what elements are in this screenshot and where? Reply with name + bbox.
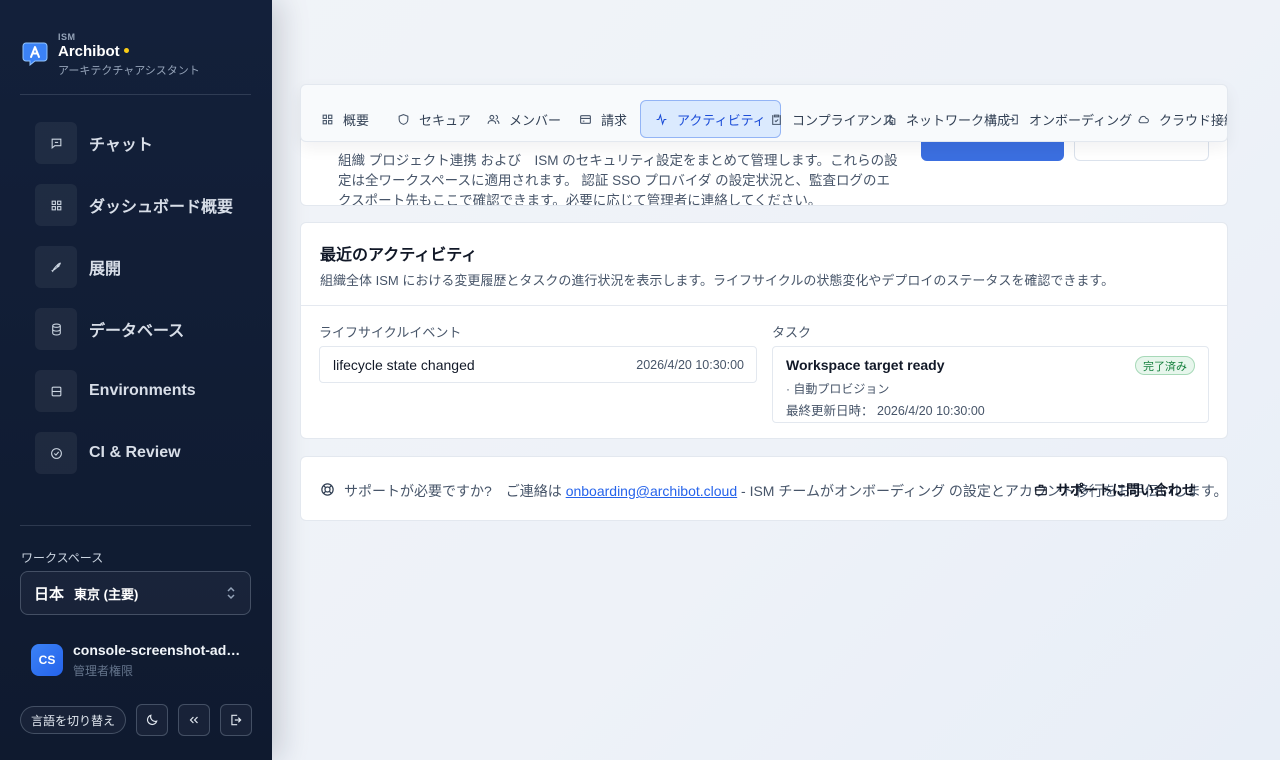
moon-icon (147, 714, 158, 725)
archibot-logo-icon (22, 42, 48, 66)
sidebar-divider (20, 94, 251, 95)
building-icon (885, 113, 896, 125)
sidebar-item-deploy[interactable]: 展開 (20, 236, 251, 298)
sidebar-item-label: Environments (89, 382, 196, 399)
contact-support-button[interactable]: サポートに問い合わせ (1034, 479, 1196, 501)
rocket-icon (35, 246, 77, 288)
workspace-label: ワークスペース (21, 551, 104, 565)
brand-prefix: ISM (58, 32, 76, 42)
language-toggle-button[interactable]: 言語を切り替え (20, 706, 127, 734)
card-icon (580, 114, 591, 124)
activity-title: 最近のアクティビティ (320, 247, 478, 264)
user-role: 管理者権限 (73, 664, 134, 678)
clipboard-icon (772, 114, 781, 125)
shield-icon (398, 113, 409, 125)
activity-description: 組織全体 ISM における変更履歴とタスクの進行状況を表示します。ライフサイクル… (320, 273, 1115, 288)
sidebar: ISM Archibot アーキテクチャアシスタント チャット ダッシュボード概… (0, 0, 272, 760)
tab-label: 請求 (601, 112, 628, 128)
tasks-column-label: タスク (772, 325, 812, 340)
support-email-link[interactable]: onboarding@archibot.cloud (566, 483, 737, 499)
collapse-sidebar-button[interactable] (178, 704, 211, 736)
chevron-updown-icon (227, 586, 235, 600)
database-icon (35, 308, 77, 350)
primary-action-button[interactable] (921, 139, 1064, 161)
tab-label: セキュア (419, 112, 471, 128)
activity-divider (301, 305, 1227, 306)
sidebar-item-chat[interactable]: チャット (20, 112, 251, 174)
sidebar-item-label: チャット (89, 137, 153, 154)
logout-icon (231, 714, 242, 726)
avatar: CS (31, 644, 63, 676)
tab-label: アクティビティ (677, 112, 766, 128)
user-profile[interactable]: CS console-screenshot-admin 管理者権限 (31, 640, 251, 680)
workspace-name: 東京 (主要) (74, 586, 139, 602)
sidebar-item-label: データベース (89, 323, 185, 340)
sidebar-item-ci-review[interactable]: CI & Review (20, 422, 251, 484)
tab-members[interactable]: メンバー (473, 100, 575, 138)
tab-label: オンボーディング (1029, 112, 1133, 128)
logout-button[interactable] (220, 704, 253, 736)
grid-icon (322, 114, 333, 124)
sidebar-footer: 言語を切り替え (20, 704, 253, 736)
tab-label: メンバー (509, 112, 562, 128)
status-badge: 完了済み (1135, 356, 1195, 375)
login-icon (1008, 114, 1018, 124)
theme-toggle-button[interactable] (136, 704, 169, 736)
sidebar-item-environments[interactable]: Environments (20, 360, 251, 422)
briefcase-icon (1035, 484, 1047, 496)
task-updated-label: 最終更新日時： (786, 404, 874, 418)
org-info-text: 組織 プロジェクト連携 および ISM のセキュリティ設定をまとめて管理します。… (338, 153, 898, 206)
sidebar-item-label: ダッシュボード概要 (89, 199, 234, 216)
tab-label: クラウド接続設定 (1159, 112, 1227, 128)
tab-overview[interactable]: 概要 (307, 100, 383, 138)
workspace-flag: 日本 (34, 585, 65, 603)
task-updated-time: 2026/4/20 10:30:00 (877, 404, 985, 418)
secondary-action-button[interactable] (1074, 139, 1209, 161)
settings-tabs: 概要 セキュア メンバー 請求 アクティビティ コンプライアンス ネットワーク構… (300, 84, 1228, 142)
sidebar-item-label: CI & Review (89, 444, 181, 461)
brand-status-dot (123, 47, 129, 53)
grid-icon (35, 184, 77, 226)
users-icon (487, 114, 500, 124)
activity-card: 最近のアクティビティ 組織全体 ISM における変更履歴とタスクの進行状況を表示… (300, 222, 1228, 439)
support-card: サポートが必要ですか? ご連絡は onboarding@archibot.clo… (300, 456, 1228, 521)
brand-name-text: Archibot (58, 43, 120, 60)
task-updated: 最終更新日時： 2026/4/20 10:30:00 (786, 400, 985, 419)
tab-label: 概要 (343, 112, 370, 128)
chat-icon (35, 122, 77, 164)
check-circle-icon (35, 432, 77, 474)
cloud-icon (1138, 115, 1149, 123)
sidebar-divider (20, 525, 251, 526)
workspace-select[interactable]: 日本 東京 (主要) (20, 571, 251, 615)
event-name: lifecycle state changed (333, 357, 475, 373)
task-item[interactable]: Workspace target ready 完了済み · 自動プロビジョン 最… (772, 346, 1209, 423)
sidebar-item-label: 展開 (89, 261, 122, 278)
lifebuoy-icon (321, 483, 334, 496)
task-subtitle: · 自動プロビジョン (786, 382, 890, 396)
activity-icon (656, 112, 667, 126)
event-time: 2026/4/20 10:30:00 (636, 358, 744, 372)
sidebar-item-database[interactable]: データベース (20, 298, 251, 360)
support-prefix: サポートが必要ですか? ご連絡は (344, 483, 562, 499)
tab-billing[interactable]: 請求 (565, 100, 641, 138)
user-name: console-screenshot-admin (73, 642, 243, 658)
chevrons-left-icon (189, 716, 198, 724)
sidebar-nav: チャット ダッシュボード概要 展開 データベース Environments CI… (20, 112, 251, 500)
sidebar-item-dashboard[interactable]: ダッシュボード概要 (20, 174, 251, 236)
brand-subtitle: アーキテクチャアシスタント (58, 65, 200, 77)
contact-support-label: サポートに問い合わせ (1056, 482, 1196, 498)
brand-name: Archibot (58, 43, 129, 60)
tab-security[interactable]: セキュア (383, 100, 485, 138)
lifecycle-event-item[interactable]: lifecycle state changed 2026/4/20 10:30:… (319, 346, 757, 383)
task-name: Workspace target ready (786, 357, 945, 373)
events-column-label: ライフサイクルイベント (319, 325, 462, 340)
server-icon (35, 370, 77, 412)
tab-cloud[interactable]: クラウド接続設定 (1123, 100, 1227, 138)
brand[interactable]: ISM Archibot アーキテクチャアシスタント (20, 30, 252, 80)
